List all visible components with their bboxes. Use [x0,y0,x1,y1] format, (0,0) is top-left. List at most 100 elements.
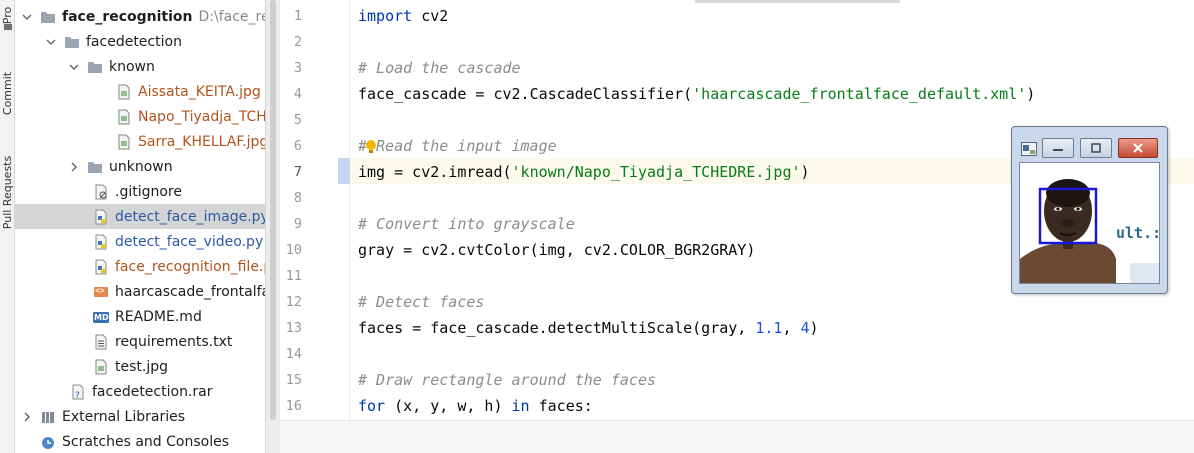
tree-scrollbar[interactable] [265,0,280,453]
line-number: 2 [293,34,302,50]
code-text: ) [1026,85,1036,103]
code-line-1: import cv2 [358,3,448,29]
image-preview-window[interactable]: ult.: [1011,126,1168,294]
changed-line-marker [338,158,350,184]
line-number: 11 [285,268,302,284]
tree-item-label: facedetection [86,33,182,50]
preview-title-bar[interactable] [1012,127,1167,161]
tab-commit[interactable]: Commit [0,58,15,128]
line-number: 6 [293,138,302,154]
folder-icon [64,34,80,50]
code-keyword: import [358,7,413,25]
editor-gutter: 1 2 3 4 5 6 7 8 9 10 11 12 13 14 15 16 [280,0,350,420]
code-line-9: # Convert into grayscale [358,215,575,233]
maximize-button[interactable] [1080,138,1112,158]
chevron-down-icon[interactable] [45,36,57,48]
tree-item-label: facedetection.rar [92,383,213,400]
tree-item-label: Sarra_KHELLAF.jpg [138,133,269,150]
detected-face-image: ult.: [1019,162,1160,284]
python-file-icon [93,259,109,275]
image-file-icon [93,359,109,375]
tree-item-facedetection-rar[interactable]: ? facedetection.rar [15,379,280,404]
folder-icon [3,24,12,30]
tree-item-unknown[interactable]: unknown [15,154,280,179]
close-icon [1133,143,1143,153]
tree-item-detect-face-video[interactable]: detect_face_video.py [15,229,280,254]
tree-item-label: test.jpg [115,358,168,375]
tree-item-haarcascade[interactable]: <> haarcascade_frontalface_ [15,279,280,304]
line-number: 16 [285,398,302,414]
tree-item-scratches[interactable]: Scratches and Consoles [15,429,280,453]
tree-item-label: requirements.txt [115,333,233,350]
code-keyword: for [358,397,386,415]
tree-root[interactable]: face_recognition D:\face_recog [15,4,280,29]
code-number: 4 [800,319,810,337]
project-tree: face_recognition D:\face_recog facedetec… [15,0,280,453]
tree-item-napo[interactable]: Napo_Tiyadja_TCHED [15,104,280,129]
tree-item-label: detect_face_video.py [115,233,264,250]
python-file-icon [93,234,109,250]
project-tab-icon [0,22,15,32]
folder-icon [87,59,103,75]
close-button[interactable] [1118,138,1158,158]
tree-item-requirements[interactable]: requirements.txt [15,329,280,354]
tab-pull-requests[interactable]: Pull Requests [0,140,15,245]
line-number: 15 [285,372,302,388]
tree-item-label: Napo_Tiyadja_TCHED [138,108,280,125]
code-comment: Read the input image [376,137,557,155]
code-line-7: img = cv2.imread('known/Napo_Tiyadja_TCH… [358,159,810,185]
image-file-icon [116,109,132,125]
tree-item-label: known [109,58,155,75]
tool-window-strip: Pro Commit Pull Requests [0,0,15,453]
editor-horizontal-scrollbar[interactable] [280,420,1194,453]
text-file-icon [93,334,109,350]
tree-item-label: External Libraries [62,408,185,425]
root-folder-label: face_recognition [62,8,193,25]
line-number: 1 [293,8,302,24]
xml-badge: <> [95,285,105,295]
tree-item-label: detect_face_image.py [115,208,269,225]
chevron-down-icon[interactable] [68,61,80,73]
code-number: 1.1 [755,319,783,337]
tab-commit-label: Commit [1,71,14,115]
image-file-icon [116,134,132,150]
line-number: 14 [285,346,302,362]
chevron-down-icon[interactable] [21,11,33,23]
tree-item-detect-face-image[interactable]: detect_face_image.py [15,204,280,229]
tree-item-external-libraries[interactable]: External Libraries [15,404,280,429]
line-number: 8 [293,190,302,206]
tree-item-sarra[interactable]: Sarra_KHELLAF.jpg [15,129,280,154]
code-keyword: in [511,397,530,415]
line-number: 3 [293,60,302,76]
tree-scrollbar-thumb[interactable] [270,0,276,420]
editor-top-scroll-indicator [695,0,900,3]
tree-item-known[interactable]: known [15,54,280,79]
line-number: 5 [293,112,302,128]
code-line-16: for (x, y, w, h) in faces: [358,393,593,419]
tree-item-label: Scratches and Consoles [62,433,229,450]
code-text: faces = face_cascade.detectMultiScale(gr… [358,319,756,337]
code-line-6: # Read the input image [358,133,557,159]
line-number: 9 [293,216,302,232]
code-text: img = cv2.imread( [358,163,512,181]
code-text: faces: [529,397,593,415]
tree-item-readme[interactable]: MD README.md [15,304,280,329]
tree-item-facedetection[interactable]: facedetection [15,29,280,54]
tree-item-face-recognition-file[interactable]: face_recognition_file.py [15,254,280,279]
tree-item-gitignore[interactable]: .gitignore [15,179,280,204]
tab-pull-requests-label: Pull Requests [1,155,14,230]
chevron-right-icon[interactable] [21,411,33,423]
line-number: 13 [285,320,302,336]
minimize-button[interactable] [1042,138,1074,158]
preview-overlay-text: ult.: [1116,224,1160,242]
maximize-icon [1091,143,1101,153]
tree-item-aissata[interactable]: Aissata_KEITA.jpg [15,79,280,104]
tree-item-label: .gitignore [115,183,182,200]
line-number: 12 [285,294,302,310]
chevron-right-icon[interactable] [68,161,80,173]
tree-item-label: face_recognition_file.py [115,258,280,275]
code-text: ) [809,319,819,337]
tree-item-label: Aissata_KEITA.jpg [138,83,261,100]
python-file-icon [93,209,109,225]
tree-item-test-jpg[interactable]: test.jpg [15,354,280,379]
